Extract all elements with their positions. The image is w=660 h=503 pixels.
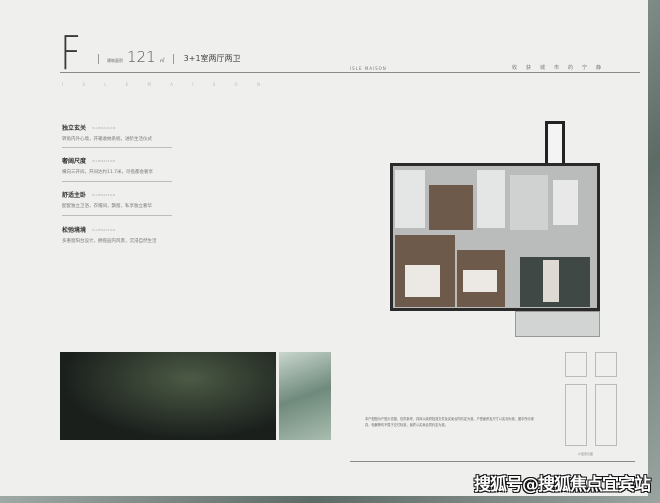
divider <box>62 147 172 148</box>
site-minimap <box>565 352 617 450</box>
feature-en: ISLEMAISON <box>92 158 116 163</box>
area-unit: ㎡ <box>159 58 165 64</box>
feature-item: 舒适主卧 ISLEMAISON 配套独立卫浴，衣帽间，飘窗，私享独立奢华 <box>62 190 182 209</box>
unit-meta: 建筑面积 121 ㎡ 3+1室两厅两卫 <box>94 48 241 66</box>
area-label: 建筑面积 <box>107 58 123 63</box>
bathroom <box>395 170 425 228</box>
feature-title: 独立玄关 <box>62 125 87 132</box>
courtyard-photo <box>60 352 276 440</box>
sofa <box>543 260 559 302</box>
feature-desc: 转角内外心境，开箱收纳系统，进阶生活仪式 <box>62 137 152 142</box>
balcony-bottom <box>515 311 600 337</box>
feature-title: 奢阔尺度 <box>62 158 87 165</box>
feature-desc: 配套独立卫浴，衣帽间，飘窗，私享独立奢华 <box>62 204 152 209</box>
kitchen <box>510 175 548 230</box>
divider <box>62 215 172 216</box>
feature-title: 松弛境境 <box>62 227 87 234</box>
study-room <box>429 185 473 230</box>
header-divider <box>60 72 640 73</box>
divider <box>62 181 172 182</box>
bathroom <box>477 170 505 228</box>
feature-title: 舒适主卧 <box>62 192 87 199</box>
feature-item: 奢阔尺度 ISLEMAISON 横向三开间，开间达约11.7米，尽揽都会奢享 <box>62 156 182 175</box>
glass-photo <box>279 352 331 440</box>
minimap-label: 户型索引图 <box>578 452 594 456</box>
dining-area <box>553 180 578 225</box>
feature-item: 独立玄关 ISLEMAISON 转角内外心境，开箱收纳系统，进阶生活仪式 <box>62 123 182 142</box>
brochure-page: F 建筑面积 121 ㎡ 3+1室两厅两卫 I S L E M A I S O … <box>0 0 648 496</box>
floor-plan <box>385 115 610 340</box>
unit-subtitle: I S L E M A I S O N <box>62 82 269 87</box>
feature-item: 松弛境境 ISLEMAISON 多重窗阳台设计，拥揽园内风景，沉浸自然生活 <box>62 225 182 244</box>
area-value: 121 <box>127 48 156 66</box>
layout-type: 3+1室两厅两卫 <box>183 54 241 63</box>
tagline: 收获城市的宁静 <box>512 65 611 71</box>
feature-en: ISLEMAISON <box>92 125 116 130</box>
bed <box>405 265 440 297</box>
feature-en: ISLEMAISON <box>92 192 116 197</box>
watermark: 搜狐号@搜狐焦点宜宾站 <box>474 475 651 495</box>
footer-divider <box>350 461 635 462</box>
bed <box>463 270 497 292</box>
feature-en: ISLEMAISON <box>92 227 116 232</box>
feature-desc: 多重窗阳台设计，拥揽园内风景，沉浸自然生活 <box>62 239 157 244</box>
feature-desc: 横向三开间，开间达约11.7米，尽揽都会奢享 <box>62 170 154 175</box>
brand-name: ISLE MAISON <box>350 66 387 71</box>
disclaimer-text: 本户型图为户型示意图，仅供参考，具体以政府批准文件及买卖合同约定为准。户型面积及… <box>365 417 534 427</box>
